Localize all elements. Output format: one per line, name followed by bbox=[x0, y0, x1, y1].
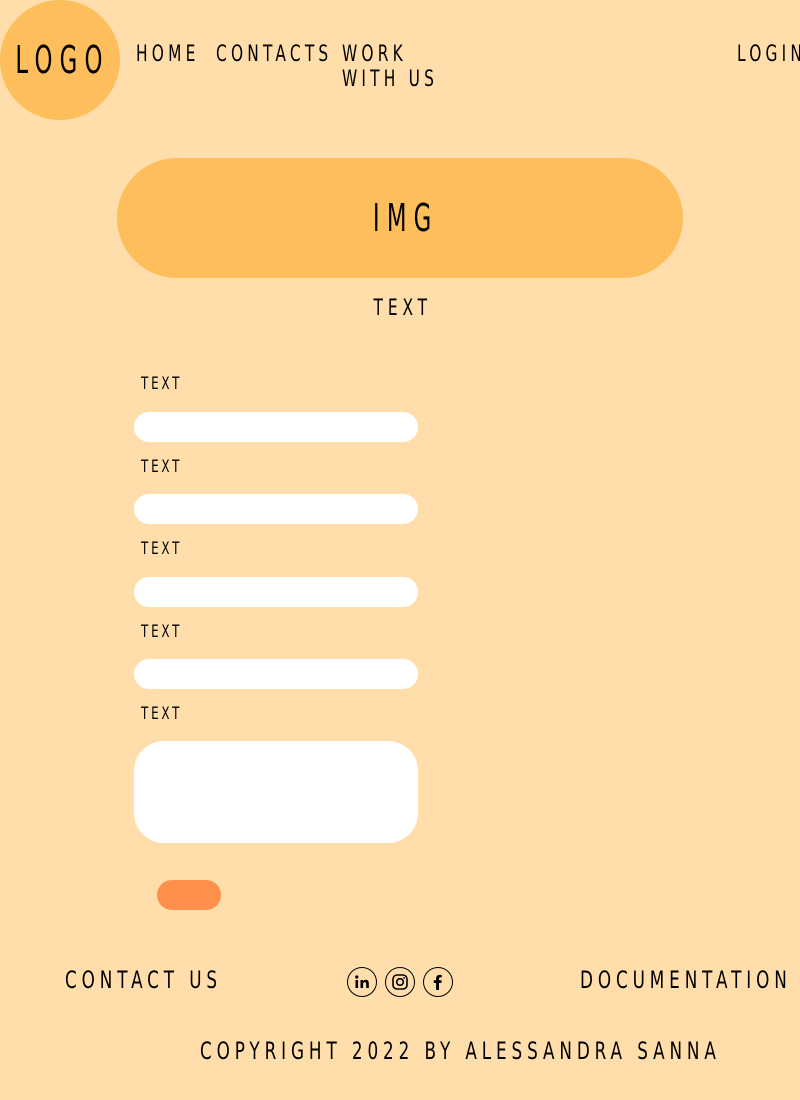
field-label-3: TEXT bbox=[141, 539, 183, 559]
submit-button[interactable] bbox=[157, 880, 221, 910]
hero-image-label: IMG bbox=[373, 196, 439, 240]
login-link[interactable]: LOGIN bbox=[737, 42, 800, 67]
nav-item-home[interactable]: HOME bbox=[136, 42, 195, 92]
linkedin-icon[interactable] bbox=[347, 967, 377, 997]
copyright: COPYRIGHT 2022 BY ALESSANDRA SANNA bbox=[200, 1037, 721, 1065]
documentation-link[interactable]: DOCUMENTATION bbox=[580, 966, 792, 994]
logo[interactable]: LOGO bbox=[0, 0, 120, 120]
text-input-3[interactable] bbox=[134, 577, 418, 607]
field-label-4: TEXT bbox=[141, 622, 183, 642]
text-input-4[interactable] bbox=[134, 659, 418, 689]
hero-text-label: TEXT bbox=[373, 296, 432, 321]
nav-item-work-with-us[interactable]: WORK WITH US bbox=[342, 42, 444, 92]
hero-text: TEXT bbox=[0, 296, 800, 321]
contact-us-link[interactable]: CONTACT US bbox=[65, 966, 222, 994]
field-label-2: TEXT bbox=[141, 457, 183, 477]
facebook-icon[interactable] bbox=[423, 967, 453, 997]
nav-item-contacts[interactable]: CONTACTS bbox=[216, 42, 328, 92]
social-links bbox=[347, 967, 453, 997]
message-textarea[interactable] bbox=[134, 741, 418, 843]
hero-image-placeholder: IMG bbox=[117, 158, 683, 278]
instagram-icon[interactable] bbox=[385, 967, 415, 997]
field-label-1: TEXT bbox=[141, 374, 183, 394]
text-input-1[interactable] bbox=[134, 412, 418, 442]
text-input-2[interactable] bbox=[134, 494, 418, 524]
page: LOGO HOME CONTACTS WORK WITH US LOGIN IM… bbox=[0, 0, 800, 1100]
main-nav: HOME CONTACTS WORK WITH US bbox=[136, 42, 487, 92]
logo-text: LOGO bbox=[15, 38, 111, 82]
field-label-5: TEXT bbox=[141, 704, 183, 724]
